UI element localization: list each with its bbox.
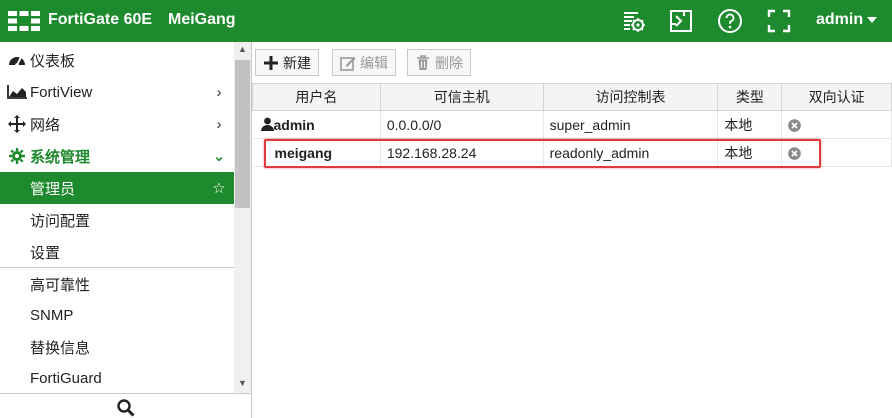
- edit-icon: [340, 56, 356, 71]
- trash-icon: [417, 54, 429, 70]
- type-cell: 本地: [717, 138, 783, 167]
- two-factor-cell: [781, 138, 892, 167]
- delete-button-label: 删除: [435, 54, 463, 71]
- dashboard-icon: [6, 52, 28, 68]
- sidebar-item-administrators[interactable]: 管理员 ☆: [0, 172, 234, 204]
- sidebar-item-system[interactable]: 系统管理 ⌄: [0, 140, 234, 172]
- edit-button[interactable]: 编辑: [332, 49, 396, 76]
- logo-icon[interactable]: [8, 11, 40, 31]
- sidebar-scrollbar[interactable]: ▲ ▼: [234, 42, 251, 393]
- host-name: MeiGang: [168, 11, 236, 28]
- plus-icon: [264, 55, 278, 70]
- scroll-up-icon[interactable]: ▲: [238, 44, 247, 54]
- fullscreen-icon[interactable]: [766, 8, 792, 34]
- sidebar-item-snmp[interactable]: SNMP: [0, 299, 234, 331]
- column-header-admin-profile[interactable]: 访问控制表: [542, 83, 719, 111]
- column-header-two-factor[interactable]: 双向认证: [781, 83, 892, 111]
- gear-icon: [6, 148, 28, 164]
- column-header-username[interactable]: 用户名: [252, 83, 381, 111]
- table-row[interactable]: admin 0.0.0.0/0 super_admin 本地: [252, 110, 892, 139]
- chevron-down-icon: ⌄: [212, 148, 226, 165]
- help-icon[interactable]: [717, 8, 743, 34]
- profile-cell: super_admin: [543, 110, 719, 139]
- top-bar: FortiGate 60E MeiGang admin: [0, 0, 892, 42]
- sidebar-item-label: 管理员: [30, 180, 76, 198]
- caret-down-icon: [867, 17, 878, 23]
- disabled-x-icon: [788, 147, 802, 161]
- sidebar-item-label: 网络: [30, 116, 61, 134]
- user-icon: [260, 117, 274, 131]
- scrollbar-thumb[interactable]: [235, 60, 250, 208]
- new-button-label: 新建: [283, 54, 311, 71]
- sidebar-item-settings[interactable]: 设置: [0, 236, 234, 268]
- cli-console-icon[interactable]: [620, 8, 646, 34]
- device-name: FortiGate 60E: [48, 11, 153, 28]
- two-factor-cell: [781, 110, 892, 139]
- chevron-right-icon: ›: [216, 83, 222, 101]
- sidebar-item-label: 系统管理: [30, 148, 91, 166]
- sidebar-search[interactable]: [0, 393, 252, 418]
- column-header-type[interactable]: 类型: [717, 83, 783, 111]
- username-text: admin: [273, 116, 315, 133]
- profile-cell: readonly_admin: [543, 138, 719, 167]
- fortiview-icon: [6, 85, 28, 99]
- delete-button[interactable]: 删除: [407, 49, 471, 76]
- sidebar-item-label: FortiGuard: [30, 369, 102, 387]
- column-header-trusted-hosts[interactable]: 可信主机: [379, 83, 544, 111]
- fullscreen-console-icon[interactable]: [668, 8, 694, 34]
- network-icon: [6, 115, 28, 133]
- disabled-x-icon: [788, 119, 802, 133]
- sidebar-item-label: 高可靠性: [30, 276, 91, 294]
- toolbar: 新建 编辑 删除: [252, 42, 892, 82]
- username-cell: admin: [252, 110, 381, 139]
- main-panel: 新建 编辑 删除 用户名 可信主机 访问控制表 类型 双向认证 admin 0.…: [252, 42, 892, 418]
- sidebar-item-fortiguard[interactable]: FortiGuard: [0, 362, 234, 394]
- star-icon[interactable]: ☆: [210, 179, 228, 197]
- edit-button-label: 编辑: [360, 54, 388, 71]
- sidebar-item-replacement-messages[interactable]: 替换信息: [0, 331, 234, 363]
- sidebar: 仪表板 FortiView › 网络 › 系统管理 ⌄ 管理员 ☆ 访问配置 设…: [0, 42, 252, 418]
- scroll-down-icon[interactable]: ▼: [238, 378, 247, 388]
- sidebar-item-admin-profiles[interactable]: 访问配置: [0, 204, 234, 236]
- new-button[interactable]: 新建: [255, 49, 319, 76]
- username-cell: meigang: [252, 138, 381, 167]
- user-menu[interactable]: admin: [816, 11, 878, 29]
- sidebar-item-label: 替换信息: [30, 339, 91, 357]
- chevron-right-icon: ›: [216, 115, 222, 133]
- table-row[interactable]: meigang 192.168.28.24 readonly_admin 本地: [252, 138, 892, 167]
- admin-table: 用户名 可信主机 访问控制表 类型 双向认证 admin 0.0.0.0/0 s…: [252, 83, 892, 167]
- sidebar-item-label: SNMP: [30, 306, 74, 324]
- trusted-host-cell: 0.0.0.0/0: [380, 110, 544, 139]
- sidebar-item-label: 设置: [30, 244, 61, 262]
- type-cell: 本地: [717, 110, 783, 139]
- sidebar-item-ha[interactable]: 高可靠性: [0, 268, 234, 300]
- search-icon[interactable]: [117, 399, 135, 417]
- user-name: admin: [816, 11, 864, 28]
- sidebar-item-fortiview[interactable]: FortiView ›: [0, 76, 234, 108]
- sidebar-item-label: 访问配置: [30, 212, 91, 230]
- sidebar-item-label: FortiView: [30, 83, 93, 101]
- trusted-host-cell: 192.168.28.24: [380, 138, 544, 167]
- sidebar-item-label: 仪表板: [30, 52, 76, 70]
- sidebar-item-dashboard[interactable]: 仪表板: [0, 44, 234, 76]
- table-header-row: 用户名 可信主机 访问控制表 类型 双向认证: [252, 83, 892, 111]
- sidebar-item-network[interactable]: 网络 ›: [0, 108, 234, 140]
